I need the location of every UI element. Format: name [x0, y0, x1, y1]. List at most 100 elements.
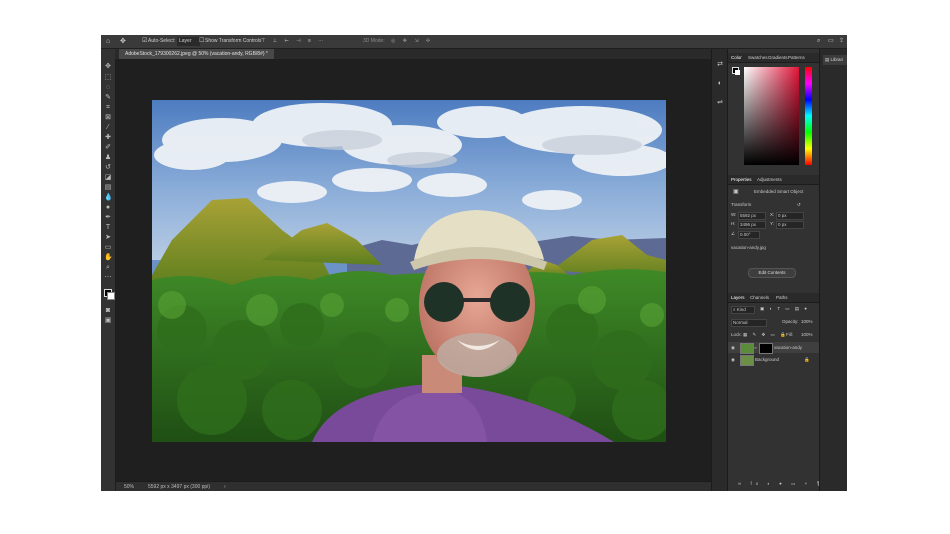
h-label: H:: [731, 221, 736, 226]
background-color-swatch[interactable]: [107, 292, 115, 300]
layer-row-background[interactable]: ◉ Background 🔒: [728, 354, 820, 366]
panels-column: Color Swatches Gradients Patterns Proper…: [727, 49, 822, 491]
transform-controls-checkbox[interactable]: ☐: [199, 37, 204, 46]
layer-row-vacation-andy[interactable]: ◉ ∞ vacation-andy: [728, 342, 820, 354]
healing-tool-icon[interactable]: ✚: [104, 134, 112, 142]
eye-icon[interactable]: ◉: [731, 357, 735, 363]
tab-adjustments[interactable]: Adjustments: [757, 175, 782, 184]
stamp-tool-icon[interactable]: ♟: [104, 154, 112, 162]
opacity-label: Opacity:: [782, 319, 799, 324]
tab-color[interactable]: Color: [731, 53, 742, 62]
search-icon[interactable]: ⌕: [817, 37, 820, 46]
path-select-tool-icon[interactable]: ➤: [104, 234, 112, 242]
dodge-tool-icon[interactable]: ●: [104, 204, 112, 212]
blur-tool-icon[interactable]: 💧: [104, 194, 113, 202]
document-dimensions: 5592 px x 3497 px (300 ppi): [148, 484, 210, 490]
adjustments-panel-icon[interactable]: ⇌: [716, 99, 724, 107]
layer-kind-label: Embedded Smart Object: [754, 189, 804, 194]
landscape-photo: [152, 100, 666, 442]
tab-libraries[interactable]: ▤ Librari: [823, 55, 847, 65]
angle-field[interactable]: 0.00°: [738, 231, 760, 239]
more-tools-icon[interactable]: ⋯: [104, 274, 112, 282]
share-icon[interactable]: ⇪: [839, 37, 844, 46]
tab-paths[interactable]: Paths: [776, 293, 788, 302]
link-icon: ∞: [754, 345, 757, 350]
auto-select-dropdown[interactable]: Layer: [177, 37, 200, 46]
hand-tool-icon[interactable]: ✋: [104, 254, 113, 262]
properties-panel-header: Properties Adjustments: [728, 175, 820, 185]
move-tool-icon[interactable]: ✥: [104, 63, 112, 71]
zoom-tool-icon[interactable]: ⌕: [104, 264, 112, 272]
photoshop-window: ⌂ ✥ ☑ Auto-Select: Layer ☐ Show Transfor…: [101, 35, 847, 491]
layer-thumbnail: [740, 355, 754, 366]
eye-icon[interactable]: ◉: [731, 345, 735, 351]
layer-mask-thumbnail[interactable]: [759, 343, 773, 354]
angle-icon: ∠: [731, 231, 736, 236]
3d-mode-icons[interactable]: ◎ ✥ ⇲ ✣: [391, 37, 433, 46]
tab-patterns[interactable]: Patterns: [788, 53, 805, 62]
eyedropper-tool-icon[interactable]: ⁄: [104, 124, 112, 132]
layers-footer-icons[interactable]: ∞ fx ◐ ● ▭ + 🗑: [738, 481, 826, 487]
align-icons[interactable]: ⊤ ⊥ ⊢ ⊣ ≡ ⋯: [261, 37, 326, 46]
tab-swatches[interactable]: Swatches: [748, 53, 768, 62]
x-label: X:: [770, 212, 775, 217]
transform-controls-label: Show Transform Controls: [205, 38, 262, 44]
bg-color-chip[interactable]: [735, 70, 740, 75]
tab-layers[interactable]: Layers: [731, 293, 745, 302]
gradient-tool-icon[interactable]: ▤: [104, 184, 112, 192]
opacity-value[interactable]: 100%: [801, 319, 813, 325]
pen-tool-icon[interactable]: ✒: [104, 214, 112, 222]
canvas-area[interactable]: [116, 60, 711, 481]
shape-tool-icon[interactable]: ▭: [104, 244, 112, 252]
layer-name: vacation-andy: [774, 345, 803, 350]
layer-thumbnail: [740, 343, 754, 354]
x-field[interactable]: 0 px: [776, 212, 804, 220]
layer-filter-dropdown[interactable]: ⌕ Kind: [731, 306, 755, 314]
reset-transform-icon[interactable]: ↺: [797, 202, 801, 208]
home-icon[interactable]: ⌂: [106, 37, 110, 46]
move-icon[interactable]: ✥: [120, 37, 126, 46]
marquee-tool-icon[interactable]: ⬚: [104, 74, 112, 82]
h-field[interactable]: 3496 px: [738, 221, 766, 229]
history-brush-tool-icon[interactable]: ↺: [104, 164, 112, 172]
y-label: Y:: [770, 221, 775, 226]
workspace-icon[interactable]: ▭: [828, 37, 834, 46]
type-tool-icon[interactable]: T: [104, 224, 112, 232]
w-label: W:: [731, 212, 737, 217]
tab-gradients[interactable]: Gradients: [768, 53, 788, 62]
quick-select-tool-icon[interactable]: ✎: [104, 94, 112, 102]
layers-panel-header: Layers Channels Paths: [728, 293, 820, 303]
hue-slider[interactable]: [805, 67, 812, 165]
libraries-column: ▤ Librari: [819, 49, 847, 491]
edit-contents-button[interactable]: Edit Contents: [748, 268, 796, 278]
blend-mode-dropdown[interactable]: Normal: [731, 319, 767, 327]
history-panel-icon[interactable]: ⇄: [716, 61, 724, 69]
y-field[interactable]: 0 px: [776, 221, 804, 229]
document-tab-title: AdobeStock_179300262.jpeg @ 50% (vacatio…: [125, 51, 268, 57]
smart-object-file-name: vacation-andy.jpg: [731, 245, 766, 250]
quick-mask-icon[interactable]: ◙: [104, 307, 112, 315]
status-arrow-icon[interactable]: ›: [224, 482, 226, 491]
properties-panel-icon[interactable]: ◐: [716, 80, 724, 88]
eraser-tool-icon[interactable]: ◪: [104, 174, 112, 182]
brush-tool-icon[interactable]: ✐: [104, 144, 112, 152]
color-picker-field[interactable]: [744, 67, 799, 165]
frame-tool-icon[interactable]: ⊠: [104, 114, 112, 122]
document-tab-bar: AdobeStock_179300262.jpeg @ 50% (vacatio…: [115, 49, 711, 60]
w-field[interactable]: 5592 px: [738, 212, 766, 220]
screen-mode-icon[interactable]: ▣: [104, 317, 112, 325]
document-tab[interactable]: AdobeStock_179300262.jpeg @ 50% (vacatio…: [119, 49, 274, 59]
zoom-level[interactable]: 50%: [124, 482, 134, 491]
lock-icons[interactable]: ▦ ✎ ✥ ▭ 🔒: [743, 332, 788, 338]
transform-section-title: Transform: [731, 202, 752, 207]
document-image[interactable]: [152, 100, 666, 442]
auto-select-checkbox[interactable]: ☑: [142, 37, 147, 46]
tools-panel: ✥ ⬚ ◌ ✎ ⌗ ⊠ ⁄ ✚ ✐ ♟ ↺ ◪ ▤ 💧 ● ✒ T ➤ ▭ ✋ …: [101, 49, 116, 491]
crop-tool-icon[interactable]: ⌗: [104, 104, 112, 112]
layer-filter-icons[interactable]: ▣ ◐ T ▭ ▤ ●: [760, 306, 809, 312]
tab-channels[interactable]: Channels: [750, 293, 769, 302]
tab-properties[interactable]: Properties: [731, 175, 752, 184]
layer-name: Background: [755, 357, 780, 362]
lasso-tool-icon[interactable]: ◌: [104, 84, 112, 92]
fill-value[interactable]: 100%: [801, 332, 813, 338]
